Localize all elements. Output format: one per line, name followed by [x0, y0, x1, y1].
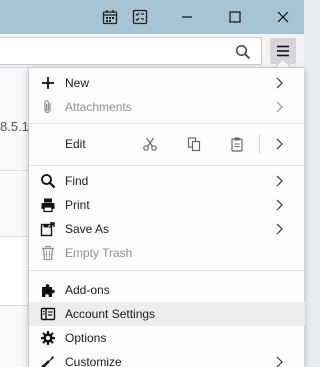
account-settings-icon	[38, 304, 58, 324]
menu-item-save-as[interactable]: Save As	[29, 217, 305, 241]
search-icon[interactable]	[233, 42, 253, 62]
magnifier-icon	[38, 171, 58, 191]
divider	[0, 170, 28, 171]
menu-item-label: Add-ons	[65, 283, 110, 297]
close-icon[interactable]	[268, 0, 298, 34]
menu-item-label: Options	[65, 331, 107, 345]
search-input[interactable]	[0, 37, 262, 65]
menu-item-new[interactable]: New	[29, 71, 305, 95]
app-menu-panel: New Attachments Edit Find Print Save As …	[28, 67, 305, 367]
menu-item-empty-trash: Empty Trash	[29, 241, 305, 265]
chevron-right-icon	[276, 199, 283, 211]
menu-item-label: Customize	[65, 355, 122, 367]
copy-icon[interactable]	[184, 134, 204, 154]
chevron-right-icon	[276, 101, 283, 113]
version-text: 8.5.1	[0, 119, 29, 134]
menu-item-customize[interactable]: Customize	[29, 350, 305, 367]
menu-item-label: New	[65, 76, 90, 90]
menu-item-label: Account Settings	[65, 307, 156, 321]
maximize-icon[interactable]	[220, 0, 250, 34]
menu-separator	[29, 123, 305, 124]
menu-item-edit: Edit	[29, 132, 305, 156]
menu-item-label: Empty Trash	[65, 246, 133, 260]
menu-item-options[interactable]: Options	[29, 326, 305, 350]
chevron-right-icon[interactable]	[275, 138, 283, 150]
plus-icon	[38, 73, 58, 93]
chevron-right-icon	[276, 77, 283, 89]
menu-separator	[29, 165, 305, 166]
menu-item-label: Save As	[65, 222, 110, 236]
chevron-right-icon	[276, 175, 283, 187]
background-card	[0, 236, 30, 306]
gear-icon	[38, 328, 58, 348]
scissors-icon[interactable]	[140, 134, 160, 154]
divider	[259, 134, 260, 154]
toolbar	[0, 34, 304, 68]
menu-separator	[29, 270, 305, 271]
clipboard-icon[interactable]	[227, 134, 247, 154]
customize-icon	[38, 352, 58, 367]
calendar-icon[interactable]	[98, 0, 122, 34]
save-as-icon	[38, 219, 58, 239]
puzzle-icon	[38, 280, 58, 300]
menu-item-print[interactable]: Print	[29, 193, 305, 217]
menu-item-attachments: Attachments	[29, 95, 305, 119]
menu-item-label: Attachments	[65, 100, 132, 114]
chevron-right-icon	[276, 223, 283, 235]
minimize-icon[interactable]	[172, 0, 202, 34]
chevron-right-icon	[276, 356, 283, 367]
printer-icon	[38, 195, 58, 215]
menu-item-label: Print	[65, 198, 90, 212]
trash-icon	[38, 243, 58, 263]
title-bar	[0, 0, 304, 34]
menu-item-label: Edit	[65, 137, 86, 151]
tasks-icon[interactable]	[128, 0, 152, 34]
menu-item-find[interactable]: Find	[29, 169, 305, 193]
menu-item-account-settings[interactable]: Account Settings	[29, 302, 305, 326]
menu-item-label: Find	[65, 174, 89, 188]
paperclip-icon	[38, 97, 58, 117]
menu-item-addons[interactable]: Add-ons	[29, 278, 305, 302]
